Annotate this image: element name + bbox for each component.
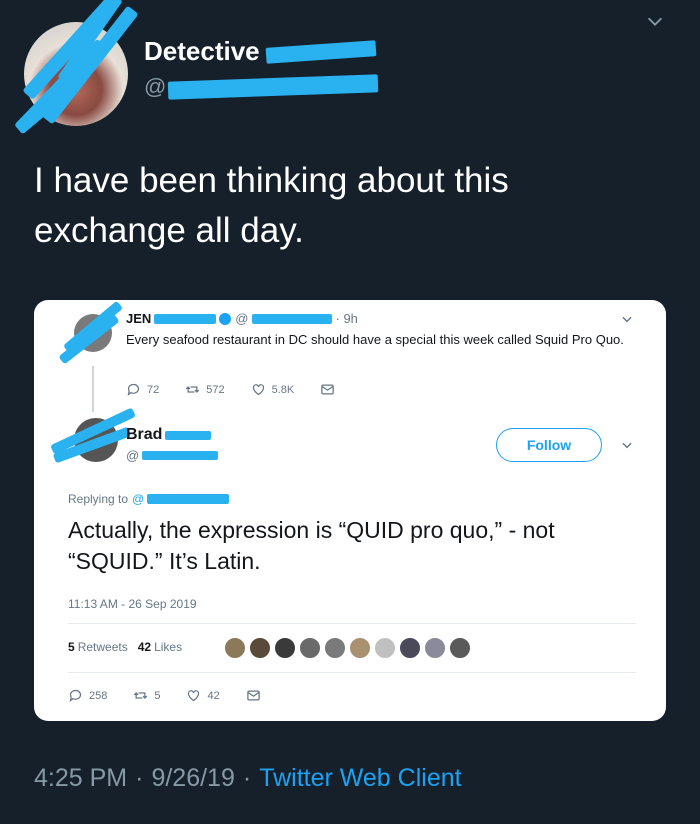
tweet2-handle-text: @ [126,448,140,463]
tweet1-header: JEN @ · 9h [126,311,358,326]
tweet-time[interactable]: 4:25 PM [34,764,127,793]
liker-avatar [449,637,471,659]
like-action: 5.8K [251,382,295,397]
tweet1-text: Every seafood restaurant in DC should ha… [126,332,624,347]
reply-count: 258 [89,689,108,702]
name-redaction [165,430,212,440]
handle-redaction [168,74,379,100]
liker-avatar [424,637,446,659]
embedded-screenshot[interactable]: JEN @ · 9h Every seafood restaurant in D… [34,300,666,721]
tweet2-name: Brad [126,426,212,444]
like-icon [252,384,264,396]
client-link[interactable]: Twitter Web Client [259,764,461,793]
likes-label: Likes [154,640,183,654]
liker-avatars [224,637,474,659]
name-redaction [265,39,377,64]
retweets-label: Retweets [77,640,128,654]
retweet-icon [134,692,148,699]
liker-avatar [274,637,296,659]
separator: · [242,764,252,792]
like-action: 42 [186,688,220,703]
chevron-down-icon [622,442,632,449]
reply-action: 258 [68,688,107,703]
message-action [320,382,341,397]
liker-avatar [299,637,321,659]
liker-avatar [349,637,371,659]
tweet-text: I have been thinking about this exchange… [34,161,509,250]
divider [68,623,636,624]
message-icon [321,384,334,395]
display-name-text: Detective [144,36,260,66]
retweet-icon [186,386,200,393]
tweet2-handle: @ [126,448,219,463]
replying-to: Replying to @ [68,492,230,506]
like-icon [188,690,200,702]
tweet1-name: JEN [126,311,152,326]
follow-button: Follow [496,428,602,462]
chevron-down-icon [622,316,632,323]
tweet2-text: Actually, the expression is “QUID pro qu… [68,517,555,574]
retweets-count: 5 [68,640,75,654]
liker-avatar [399,637,421,659]
reply-count: 72 [147,383,160,396]
chevron-down-icon[interactable] [644,10,666,32]
message-icon [246,690,260,701]
handle-redaction [147,494,230,504]
reply-icon [127,383,140,396]
handle-at: @ [144,74,167,99]
tweet-date[interactable]: 9/26/19 [151,764,234,793]
likes-count: 42 [137,640,152,654]
liker-avatar [249,637,271,659]
liker-avatar [374,637,396,659]
replying-label: Replying to [68,492,129,506]
display-name[interactable]: Detective [144,36,377,67]
retweet-count: 572 [206,383,225,396]
handle-redaction [251,313,332,324]
engagement-stats: 5 Retweets 42 Likes [68,640,192,654]
retweet-action: 5 [133,688,160,703]
liker-avatar [224,637,246,659]
user-handle[interactable]: @ [144,74,379,100]
verified-icon [219,312,232,325]
liker-avatar [324,637,346,659]
name-redaction [154,313,217,324]
separator: · [135,764,144,792]
reply-action: 72 [126,382,159,397]
replying-handle: @ [132,492,145,506]
like-count: 5.8K [271,383,295,396]
tweet1-handle: @ [235,311,249,326]
tweet1-time: · 9h [335,311,358,326]
handle-redaction [142,451,219,460]
like-count: 42 [207,689,220,702]
retweet-count: 5 [154,689,161,702]
retweet-action: 572 [185,382,225,397]
message-action [246,688,267,703]
tweet1-actions: 72 572 5.8K [126,382,367,397]
thread-line [92,366,94,412]
tweet2-timestamp: 11:13 AM - 26 Sep 2019 [68,597,197,611]
tweet2-actions: 258 5 42 [68,688,293,703]
tweet2-name-text: Brad [126,426,163,443]
reply-icon [69,689,82,702]
tweet-meta: 4:25 PM · 9/26/19 · Twitter Web Client [34,764,462,793]
divider [68,672,636,673]
